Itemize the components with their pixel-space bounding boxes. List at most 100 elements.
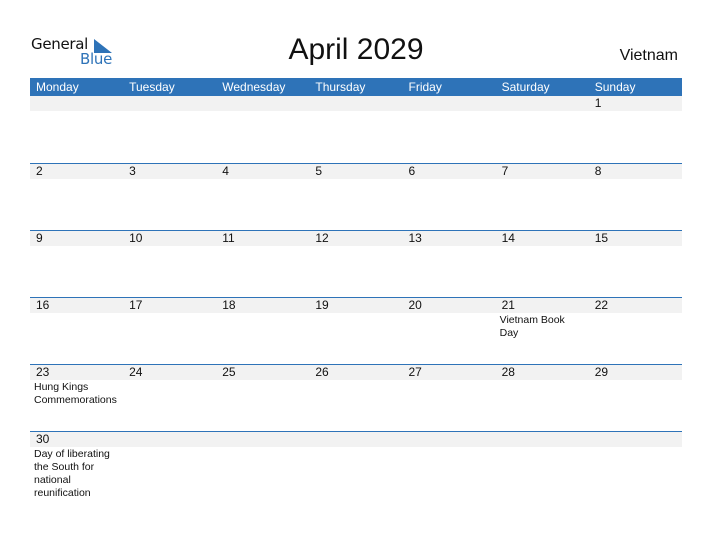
day-cell: 8: [588, 164, 682, 230]
day-number: [402, 96, 496, 111]
day-cell: 28: [495, 365, 589, 431]
day-number: 2: [30, 164, 124, 179]
holiday-label: Day of liberating the South for national…: [34, 448, 110, 499]
weekday-header: Monday Tuesday Wednesday Thursday Friday Satu…: [30, 78, 682, 96]
day-number: 12: [309, 231, 403, 246]
holiday-label: Vietnam Book Day: [499, 314, 565, 339]
day-number: 19: [309, 298, 403, 313]
day-cell: [588, 432, 682, 498]
day-cell: 22: [588, 298, 682, 364]
day-cell: 1: [588, 96, 682, 163]
day-number: [309, 96, 403, 111]
day-cell: [309, 96, 403, 163]
day-number: [588, 432, 682, 447]
day-cell: 17: [123, 298, 217, 364]
day-number: 17: [123, 298, 217, 313]
day-cell: 4: [216, 164, 310, 230]
week-row: 1: [30, 96, 682, 163]
day-number: [123, 432, 217, 447]
day-number: 10: [123, 231, 217, 246]
day-cell: 24: [123, 365, 217, 431]
day-cell: 12: [309, 231, 403, 297]
day-number: 8: [588, 164, 682, 179]
day-number: [495, 96, 589, 111]
day-cell: 2: [30, 164, 124, 230]
calendar-grid: Monday Tuesday Wednesday Thursday Friday Satu…: [30, 78, 682, 499]
day-number: [495, 432, 589, 447]
day-number: [30, 96, 124, 111]
day-number: 22: [588, 298, 682, 313]
day-cell: 26: [309, 365, 403, 431]
day-cell: [123, 432, 217, 498]
day-number: [216, 432, 310, 447]
country-label: Vietnam: [619, 47, 678, 64]
day-number: 28: [495, 365, 589, 380]
day-number: 26: [309, 365, 403, 380]
day-cell: [495, 96, 589, 163]
weekday-sunday: Sunday: [594, 80, 636, 94]
day-cell: 19: [309, 298, 403, 364]
weekday-saturday: Saturday: [501, 80, 550, 94]
day-number: 20: [402, 298, 496, 313]
weekday-monday: Monday: [36, 80, 79, 94]
day-cell: 10: [123, 231, 217, 297]
day-number: 9: [30, 231, 124, 246]
weekday-wednesday: Wednesday: [222, 80, 286, 94]
day-cell: [216, 96, 310, 163]
week-row: 16 17 18 19 20 21 Vietnam Book Day 22: [30, 297, 682, 364]
day-cell: 16: [30, 298, 124, 364]
day-cell: 25: [216, 365, 310, 431]
day-number: 18: [216, 298, 310, 313]
day-number: 4: [216, 164, 310, 179]
day-cell: 15: [588, 231, 682, 297]
day-cell: [402, 432, 496, 498]
day-cell: 18: [216, 298, 310, 364]
day-number: 16: [30, 298, 124, 313]
day-number: 13: [402, 231, 496, 246]
day-cell: 21 Vietnam Book Day: [495, 298, 589, 364]
day-cell: 27: [402, 365, 496, 431]
day-number: 3: [123, 164, 217, 179]
day-cell: 7: [495, 164, 589, 230]
day-cell: 20: [402, 298, 496, 364]
day-cell: [495, 432, 589, 498]
day-number: [402, 432, 496, 447]
day-cell: 9: [30, 231, 124, 297]
week-row: 30 Day of liberating the South for nation…: [30, 431, 682, 499]
day-cell: [402, 96, 496, 163]
day-cell: 13: [402, 231, 496, 297]
day-number: 1: [588, 96, 682, 111]
day-number: 29: [588, 365, 682, 380]
week-row: 23 Hung Kings Commemorations 24 25 26 27 28 29: [30, 364, 682, 431]
day-number: 25: [216, 365, 310, 380]
day-cell: 23 Hung Kings Commemorations: [30, 365, 124, 431]
day-number: 27: [402, 365, 496, 380]
day-cell: 14: [495, 231, 589, 297]
page-title: April 2029: [288, 33, 424, 66]
day-number: 24: [123, 365, 217, 380]
day-cell: [216, 432, 310, 498]
day-number: [216, 96, 310, 111]
weekday-thursday: Thursday: [315, 80, 366, 94]
day-number: 14: [495, 231, 589, 246]
day-cell: 6: [402, 164, 496, 230]
day-cell: 3: [123, 164, 217, 230]
day-number: 15: [588, 231, 682, 246]
day-cell: 29: [588, 365, 682, 431]
week-row: 2345678: [30, 163, 682, 230]
day-number: 30: [30, 432, 124, 447]
weekday-tuesday: Tuesday: [129, 80, 175, 94]
day-cell: [30, 96, 124, 163]
day-number: 6: [402, 164, 496, 179]
holiday-label: Hung Kings Commemorations: [34, 381, 117, 406]
day-cell: 11: [216, 231, 310, 297]
day-number: 21: [495, 298, 589, 313]
day-number: 23: [30, 365, 124, 380]
week-row: 9 10 11 12 13 14 15: [30, 230, 682, 297]
weekday-friday: Friday: [408, 80, 442, 94]
day-cell: 5: [309, 164, 403, 230]
day-number: [123, 96, 217, 111]
day-number: 7: [495, 164, 589, 179]
day-number: 5: [309, 164, 403, 179]
day-number: [309, 432, 403, 447]
